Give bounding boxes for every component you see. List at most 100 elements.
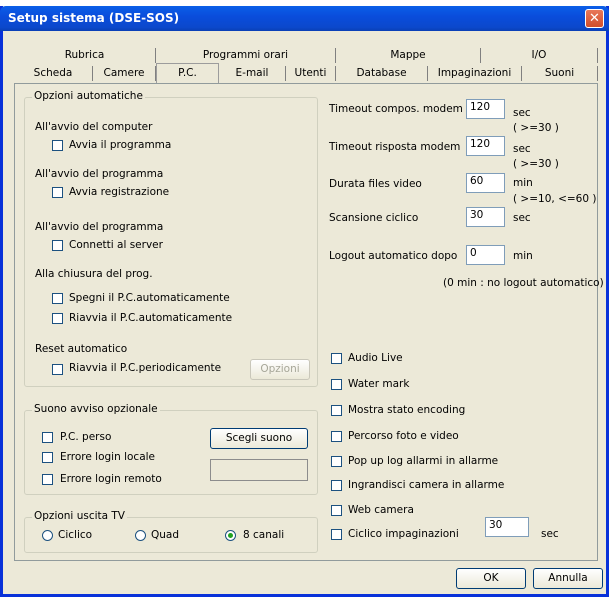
checkbox-label: Connetti al server (69, 239, 163, 251)
radio-8-canali[interactable] (225, 530, 236, 541)
label-avvio-programma: All'avvio del programma (35, 168, 164, 180)
tab-database[interactable]: Database (336, 66, 428, 81)
input-timeout-modem[interactable]: 120 (466, 99, 505, 119)
tab-label: Programmi orari (202, 49, 289, 61)
tab-io[interactable]: I/O (481, 48, 598, 63)
checkbox-label: Avvia registrazione (69, 186, 170, 198)
checkbox-label: P.C. perso (60, 431, 112, 443)
tab-impaginazioni[interactable]: Impaginazioni (428, 66, 522, 81)
ok-button[interactable]: OK (456, 568, 526, 589)
label-timeout-modem: Timeout compos. modem (329, 103, 463, 115)
checkbox-connetti-server[interactable] (52, 240, 63, 251)
tab-label: Impaginazioni (437, 67, 512, 79)
checkbox-avvia-programma[interactable] (52, 140, 63, 151)
checkbox-label: Avvia il programma (69, 139, 172, 151)
checkbox-ingrandisci[interactable] (331, 480, 342, 491)
checkbox-audio-live[interactable] (331, 353, 342, 364)
hint-label: ( >=30 ) (513, 122, 559, 134)
hint-label: ( >=30 ) (513, 158, 559, 170)
tab-label: Suoni (544, 67, 575, 79)
group-title: Suono avviso opzionale (32, 403, 160, 415)
sound-display-field (210, 459, 308, 481)
radio-label: 8 canali (243, 529, 285, 541)
hint-label: (0 min : no logout automatico) (443, 277, 604, 289)
tab-suoni[interactable]: Suoni (522, 66, 598, 81)
checkbox-label: Percorso foto e video (348, 430, 459, 442)
label-chiusura: Alla chiusura del prog. (35, 268, 153, 280)
checkbox-label: Ingrandisci camera in allarme (348, 479, 505, 491)
label-scansione: Scansione ciclico (329, 212, 419, 224)
scegli-suono-button[interactable]: Scegli suono (210, 428, 308, 449)
tab-mappe[interactable]: Mappe (336, 48, 481, 63)
checkbox-popup-log[interactable] (331, 456, 342, 467)
label-avvio-computer: All'avvio del computer (35, 121, 153, 133)
checkbox-water-mark[interactable] (331, 379, 342, 390)
tab-label: Database (356, 67, 407, 79)
annulla-button[interactable]: Annulla (533, 568, 603, 589)
radio-quad[interactable] (135, 530, 146, 541)
checkbox-percorso[interactable] (331, 431, 342, 442)
tab-label: Utenti (294, 67, 327, 79)
checkbox-riavvia-periodicamente[interactable] (52, 364, 63, 375)
input-timeout-risposta[interactable]: 120 (466, 136, 505, 156)
input-scansione[interactable]: 30 (466, 207, 505, 227)
checkbox-label: Riavvia il P.C.automaticamente (69, 312, 233, 324)
label-timeout-risposta: Timeout risposta modem (329, 141, 461, 153)
tab-label: I/O (531, 49, 547, 61)
unit-label: sec (541, 528, 559, 540)
label-logout: Logout automatico dopo (329, 250, 458, 262)
checkbox-label: Water mark (348, 378, 410, 390)
tab-camere[interactable]: Camere (93, 66, 156, 81)
unit-label: sec (513, 107, 531, 119)
checkbox-pc-perso[interactable] (42, 432, 53, 443)
input-ciclico-impaginazioni[interactable]: 30 (485, 517, 529, 537)
input-logout[interactable]: 0 (466, 245, 505, 265)
checkbox-label: Errore login locale (60, 451, 156, 463)
tab-rubrica[interactable]: Rubrica (14, 48, 156, 63)
tab-pc[interactable]: P.C. (156, 63, 219, 84)
tab-label: Mappe (390, 49, 426, 61)
group-title: Opzioni uscita TV (32, 510, 127, 522)
checkbox-avvia-registrazione[interactable] (52, 187, 63, 198)
unit-label: sec (513, 212, 531, 224)
tab-scheda[interactable]: Scheda (14, 66, 93, 81)
unit-label: min (513, 177, 533, 189)
checkbox-mostra-stato[interactable] (331, 405, 342, 416)
checkbox-label: Audio Live (348, 352, 403, 364)
close-button[interactable]: ✕ (585, 9, 604, 28)
close-icon: ✕ (589, 11, 600, 26)
tab-label: Rubrica (64, 49, 105, 61)
hint-label: ( >=10, <=60 ) (513, 193, 597, 205)
checkbox-riavvia[interactable] (52, 313, 63, 324)
unit-label: min (513, 250, 533, 262)
checkbox-errore-login-remoto[interactable] (42, 474, 53, 485)
tab-label: Camere (103, 67, 145, 79)
checkbox-label: Web camera (348, 504, 414, 516)
checkbox-ciclico-impaginazioni[interactable] (331, 529, 342, 540)
checkbox-label: Mostra stato encoding (348, 404, 466, 416)
label-durata-video: Durata files video (329, 178, 422, 190)
window-title: Setup sistema (DSE-SOS) (8, 11, 180, 25)
checkbox-label: Ciclico impaginazioni (348, 528, 459, 540)
checkbox-errore-login-locale[interactable] (42, 452, 53, 463)
tab-label: E-mail (235, 67, 269, 79)
tab-programmi-orari[interactable]: Programmi orari (156, 48, 336, 63)
tab-email[interactable]: E-mail (219, 66, 286, 81)
input-durata-video[interactable]: 60 (466, 173, 505, 193)
checkbox-label: Errore login remoto (60, 473, 162, 485)
label-reset: Reset automatico (35, 343, 128, 355)
checkbox-spegni[interactable] (52, 293, 63, 304)
radio-label: Ciclico (58, 529, 93, 541)
label-avvio-programma-2: All'avvio del programma (35, 221, 164, 233)
checkbox-label: Spegni il P.C.automaticamente (69, 292, 230, 304)
checkbox-label: Riavvia il P.C.periodicamente (69, 362, 222, 374)
checkbox-web-camera[interactable] (331, 505, 342, 516)
tab-label: P.C. (178, 67, 197, 79)
opzioni-button[interactable]: Opzioni (250, 359, 310, 380)
checkbox-label: Pop up log allarmi in allarme (348, 455, 499, 467)
tab-label: Scheda (33, 67, 73, 79)
title-bar[interactable]: Setup sistema (DSE-SOS) ✕ (0, 6, 609, 31)
unit-label: sec (513, 143, 531, 155)
radio-ciclico[interactable] (42, 530, 53, 541)
tab-utenti[interactable]: Utenti (286, 66, 336, 81)
